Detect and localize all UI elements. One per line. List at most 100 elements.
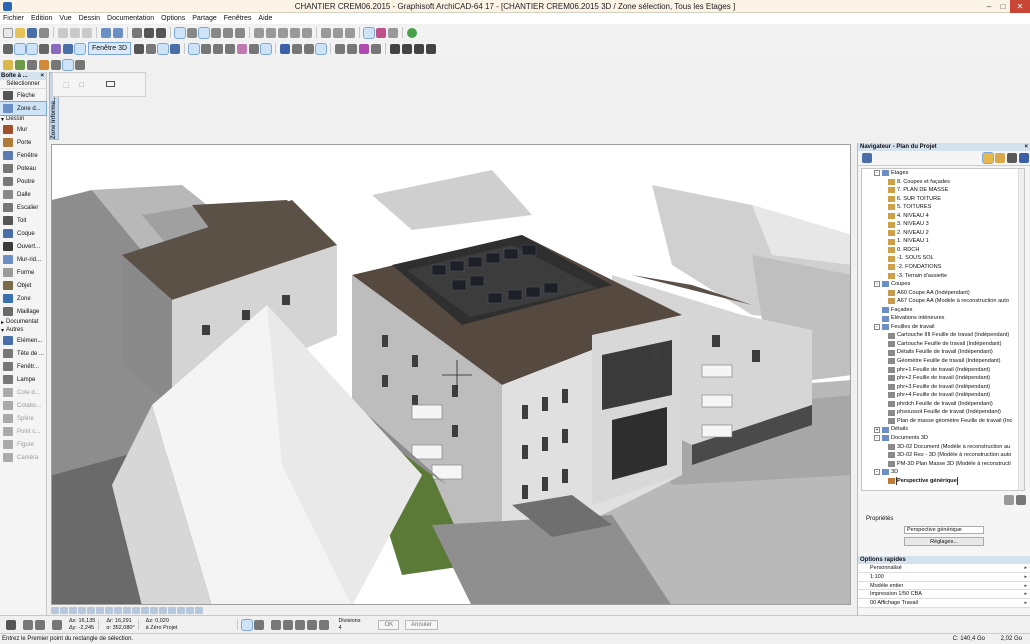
tool-curtain-wall[interactable]: Mur-rid... bbox=[0, 253, 46, 266]
tree-item[interactable]: Cartouche Feuille de travail (Indépendan… bbox=[862, 340, 1024, 349]
tree-item[interactable]: -1. SOUS SOL bbox=[862, 254, 1024, 263]
relative-icon[interactable] bbox=[52, 619, 62, 630]
settings-nav-icon[interactable] bbox=[150, 606, 158, 614]
trace-icon[interactable] bbox=[235, 27, 245, 38]
tool-roof[interactable]: Toit bbox=[0, 214, 46, 227]
photo-render-icon[interactable] bbox=[315, 42, 328, 55]
tree-item[interactable]: A67 Coupe AA (Modèle à reconstruction au… bbox=[862, 297, 1024, 306]
expand-icon[interactable]: + bbox=[874, 426, 880, 433]
tool-object[interactable]: Objet bbox=[0, 279, 46, 292]
zero-reference-label[interactable]: à Zéro Projet bbox=[146, 625, 178, 632]
cancel-x-icon[interactable] bbox=[6, 619, 16, 630]
tree-item[interactable]: A60 Coupe AA (Indépendant) bbox=[862, 289, 1024, 298]
menu-documentation[interactable]: Documentation bbox=[107, 13, 154, 24]
camera-nav-icon[interactable] bbox=[141, 606, 149, 614]
redo-icon[interactable] bbox=[113, 27, 123, 38]
angle-lock-icon[interactable] bbox=[35, 619, 45, 630]
grid-snap-icon[interactable] bbox=[211, 27, 221, 38]
quick-option-row[interactable]: Modèle entier bbox=[858, 581, 1030, 591]
tree-item[interactable]: -2. FONDATIONS bbox=[862, 263, 1024, 272]
tree-icon[interactable] bbox=[225, 43, 236, 54]
quick-option-row[interactable]: 00 Affichage Travail bbox=[858, 599, 1030, 608]
tree-item[interactable]: phsoussol Feuille de travail (Indépendan… bbox=[862, 408, 1024, 417]
settings-button[interactable]: Réglages... bbox=[904, 537, 984, 546]
magic-wand-icon[interactable] bbox=[241, 618, 254, 631]
menu-fichier[interactable]: Fichier bbox=[3, 13, 24, 24]
marker-icon[interactable] bbox=[359, 43, 370, 54]
tree-item[interactable]: 7. PLAN DE MASSE bbox=[862, 186, 1024, 195]
tool-skylight[interactable]: Ouvert... bbox=[0, 240, 46, 253]
tool-dimension[interactable]: Cote d... bbox=[0, 386, 46, 399]
nav-left-arrow-icon[interactable] bbox=[195, 606, 203, 614]
tool-camera[interactable]: Caméra bbox=[0, 451, 46, 464]
tree-item[interactable]: 0. RDCH bbox=[862, 246, 1024, 255]
mirror-icon[interactable] bbox=[345, 27, 355, 38]
distribute-icon[interactable] bbox=[278, 27, 288, 38]
orbit-nav-icon[interactable] bbox=[87, 606, 95, 614]
collapse-icon[interactable]: - bbox=[874, 324, 880, 331]
quick-option-row[interactable]: 1:100 bbox=[858, 572, 1030, 582]
tool-marquee[interactable]: Zone d... bbox=[0, 101, 47, 116]
cube-icon[interactable] bbox=[3, 43, 13, 54]
dx-value[interactable]: 16,135 bbox=[78, 618, 95, 624]
snap-dropdown-icon[interactable] bbox=[187, 27, 197, 38]
view-table-icon[interactable] bbox=[426, 43, 437, 54]
layout-book-icon[interactable] bbox=[1007, 153, 1017, 163]
tree-item[interactable]: phr+3 Feuille de travail (Indépendant) bbox=[862, 383, 1024, 392]
teamwork-icon[interactable] bbox=[363, 26, 375, 39]
save-icon[interactable] bbox=[27, 27, 37, 38]
tree-item[interactable]: - Coupes bbox=[862, 280, 1024, 289]
view-tile-icon[interactable] bbox=[390, 43, 401, 54]
house-icon[interactable] bbox=[201, 43, 212, 54]
zoom-window-icon[interactable] bbox=[168, 606, 176, 614]
menu-aide[interactable]: Aide bbox=[258, 13, 272, 24]
syringe-icon[interactable] bbox=[156, 27, 166, 38]
cut-icon[interactable] bbox=[58, 27, 68, 38]
view-3d-mode-icon[interactable] bbox=[74, 42, 86, 55]
tool-head[interactable]: Tête de ... bbox=[0, 347, 46, 360]
tree-item[interactable]: 1. NIVEAU 1 bbox=[862, 237, 1024, 246]
library-icon[interactable] bbox=[39, 59, 49, 70]
tool-arrow[interactable]: Flèche bbox=[0, 89, 46, 102]
tree-item[interactable]: 5. TOITURES bbox=[862, 203, 1024, 212]
globe-icon[interactable] bbox=[407, 27, 417, 38]
copy-icon[interactable] bbox=[70, 27, 80, 38]
layer-combo-icon[interactable] bbox=[249, 43, 260, 54]
pan-icon[interactable] bbox=[69, 606, 77, 614]
tree-item[interactable]: phr+4 Feuille de travail (Indépendant) bbox=[862, 391, 1024, 400]
collapse-icon[interactable]: - bbox=[874, 469, 880, 476]
properties-title[interactable]: Propriétés bbox=[858, 515, 1030, 524]
hide-icon[interactable] bbox=[260, 42, 273, 55]
tree-item[interactable]: Elévations intérieures bbox=[862, 314, 1024, 323]
3d-viewport[interactable] bbox=[51, 144, 851, 605]
dropdown-icon[interactable] bbox=[388, 27, 398, 38]
tree-item[interactable]: Plan de masse géomètre Feuille de travai… bbox=[862, 417, 1024, 426]
list-icon[interactable] bbox=[371, 43, 382, 54]
unlock-icon[interactable] bbox=[333, 27, 343, 38]
close-icon[interactable]: ✕ bbox=[1010, 0, 1030, 13]
tree-item[interactable]: phr+1 Feuille de travail (Indépendant) bbox=[862, 366, 1024, 375]
settings-icon[interactable] bbox=[1004, 494, 1014, 505]
archicad-app-icon[interactable] bbox=[3, 2, 12, 11]
select-button[interactable]: Sélectionner bbox=[0, 80, 46, 89]
tree-item[interactable]: - 3D bbox=[862, 468, 1024, 477]
tree-item[interactable]: phr+2 Feuille de travail (Indépendant) bbox=[862, 374, 1024, 383]
tree-item[interactable]: 3D-02 Document (Modèle à reconstruction … bbox=[862, 443, 1024, 452]
menu-partage[interactable]: Partage bbox=[192, 13, 217, 24]
tool-element[interactable]: Elémen... bbox=[0, 334, 46, 347]
open-file-icon[interactable] bbox=[15, 27, 25, 38]
layout-icon[interactable] bbox=[51, 59, 61, 70]
menu-dessin[interactable]: Dessin bbox=[79, 13, 100, 24]
find-icon[interactable] bbox=[132, 27, 142, 38]
divide-icon[interactable] bbox=[319, 619, 330, 630]
tree-item[interactable]: - Etages bbox=[862, 169, 1024, 178]
tree-item[interactable]: -3. Terrain d'assiette bbox=[862, 272, 1024, 281]
house-section-icon[interactable] bbox=[213, 43, 224, 54]
shadow-icon[interactable] bbox=[304, 43, 315, 54]
eyedropper-icon[interactable] bbox=[144, 27, 154, 38]
project-icon[interactable] bbox=[15, 59, 25, 70]
ungroup-icon[interactable] bbox=[302, 27, 312, 38]
tool-hotspot[interactable]: Point c... bbox=[0, 425, 46, 438]
explore-icon[interactable] bbox=[39, 43, 49, 54]
grid-icon[interactable] bbox=[62, 58, 74, 71]
